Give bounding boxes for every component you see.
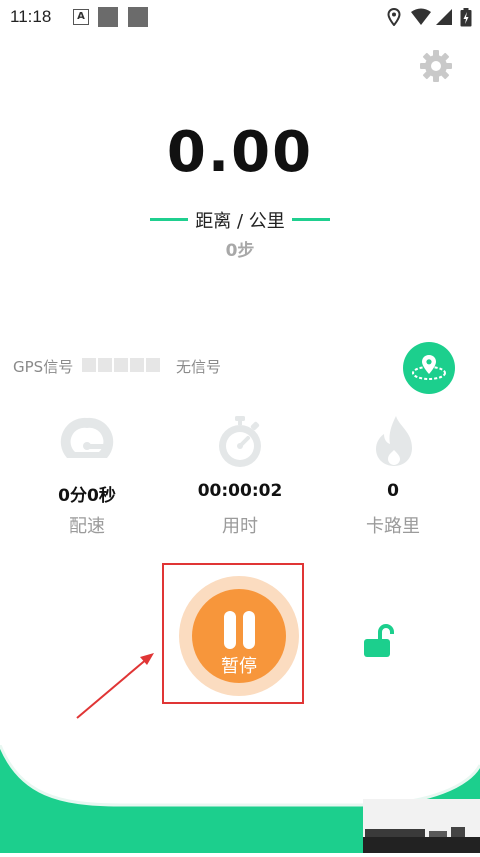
pace-label: 配速 <box>69 516 105 537</box>
step-count: 0步 <box>225 241 255 261</box>
notification-icon <box>128 7 148 27</box>
location-icon <box>387 8 401 26</box>
gps-signal-bar <box>114 358 128 372</box>
pause-button-core: 暂停 <box>192 589 286 683</box>
pause-button[interactable]: 暂停 <box>179 576 299 696</box>
unlock-icon[interactable] <box>362 624 398 660</box>
gps-signal-bar <box>146 358 160 372</box>
distance-unit-label: 距离 / 公里 <box>195 211 285 232</box>
gear-icon[interactable] <box>418 48 454 84</box>
gps-signal-bar <box>98 358 112 372</box>
keyboard-badge-icon: A <box>73 9 89 25</box>
divider-line <box>292 218 330 221</box>
pace-value: 0分0秒 <box>58 486 116 506</box>
gps-status: 无信号 <box>176 358 222 376</box>
signal-icon <box>436 9 452 25</box>
calories-value: 0 <box>387 481 399 501</box>
distance-value: 0.00 <box>166 120 314 185</box>
wifi-icon <box>411 8 431 25</box>
map-location-button[interactable] <box>403 342 455 394</box>
status-bar: 11:18 A <box>0 0 480 34</box>
corner-thumbnail-image <box>363 799 480 853</box>
speedometer-icon <box>60 417 114 458</box>
gps-label: GPS信号 <box>13 358 74 376</box>
duration-label: 用时 <box>222 516 258 537</box>
gps-signal-bar <box>82 358 96 372</box>
pause-label: 暂停 <box>221 656 257 677</box>
corner-thumbnail <box>363 799 480 853</box>
flame-icon <box>376 416 412 466</box>
gps-signal-bar <box>130 358 144 372</box>
map-location-icon <box>412 355 446 380</box>
annotation-arrow <box>76 653 154 719</box>
distance-unit-row: 距离 / 公里 <box>0 206 480 232</box>
battery-icon <box>460 8 472 27</box>
notification-icon <box>98 7 118 27</box>
gps-signal-bars <box>82 357 162 372</box>
stopwatch-icon <box>219 416 261 467</box>
status-time: 11:18 <box>10 7 52 26</box>
pause-icon <box>243 611 255 649</box>
duration-value: 00:00:02 <box>197 481 283 501</box>
pause-icon <box>224 611 236 649</box>
calories-label: 卡路里 <box>366 516 420 537</box>
